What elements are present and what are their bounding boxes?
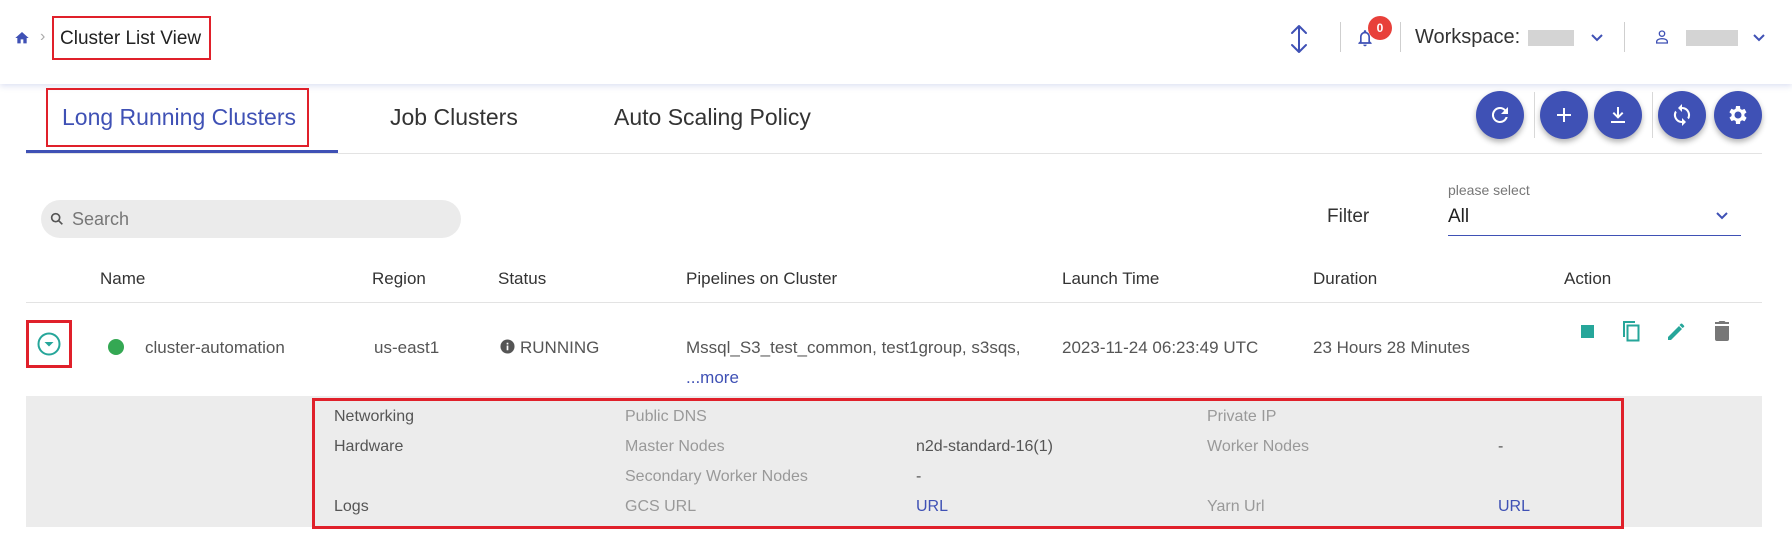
worker-nodes-value: - (1498, 438, 1504, 455)
column-header-name: Name (100, 269, 146, 288)
column-header-launch-time: Launch Time (1062, 269, 1160, 288)
download-button[interactable] (1594, 91, 1642, 139)
header-divider (26, 302, 1762, 303)
cluster-list-app: › Cluster List View 0 Workspace: Long Ru… (0, 0, 1792, 535)
hardware-label: Hardware (334, 438, 404, 455)
toolbar-divider (1534, 92, 1535, 138)
private-ip-label: Private IP (1207, 408, 1277, 425)
delete-icon[interactable] (1709, 318, 1735, 344)
info-icon (500, 339, 515, 354)
stop-icon[interactable] (1574, 318, 1600, 344)
settings-icon (1729, 106, 1747, 124)
yarn-url-label: Yarn Url (1207, 498, 1265, 515)
search-icon (50, 212, 63, 225)
expand-collapse-icon[interactable] (1288, 24, 1310, 54)
tab-auto-scaling-policy[interactable]: Auto Scaling Policy (614, 104, 811, 131)
edit-icon[interactable] (1664, 318, 1690, 344)
refresh-icon (1491, 106, 1508, 123)
toolbar-divider (1652, 92, 1653, 138)
column-header-action: Action (1564, 269, 1612, 288)
workspace-value-redacted[interactable] (1528, 30, 1574, 46)
column-header-pipelines: Pipelines on Cluster (686, 269, 838, 288)
filter-label: Filter (1327, 206, 1370, 227)
tab-job-clusters[interactable]: Job Clusters (390, 104, 518, 131)
home-icon[interactable] (14, 30, 30, 46)
pipelines-more-link[interactable]: ...more (686, 368, 739, 388)
workspace-label: Workspace: (1415, 26, 1521, 48)
cluster-region: us-east1 (374, 338, 440, 357)
cluster-launch-time: 2023-11-24 06:23:49 UTC (1062, 338, 1259, 357)
gcs-url-link[interactable]: URL (916, 498, 948, 516)
networking-label: Networking (334, 408, 415, 425)
cluster-status: RUNNING (520, 338, 600, 357)
breadcrumb-separator: › (40, 28, 46, 45)
master-nodes-label: Master Nodes (625, 438, 725, 455)
worker-nodes-label: Worker Nodes (1207, 438, 1309, 455)
tab-long-running-clusters[interactable]: Long Running Clusters (62, 104, 296, 131)
column-header-duration: Duration (1313, 269, 1378, 288)
header-divider (1340, 22, 1341, 52)
cluster-duration: 23 Hours 28 Minutes (1313, 338, 1470, 357)
details-highlight (312, 398, 1624, 529)
public-dns-label: Public DNS (625, 408, 707, 425)
cluster-pipelines: Mssql_S3_test_common, test1group, s3sqs, (686, 338, 1021, 357)
header-divider (1624, 22, 1625, 52)
column-header-region: Region (372, 269, 426, 288)
expand-row-icon[interactable] (36, 331, 62, 357)
secondary-worker-nodes-value: - (916, 468, 922, 485)
column-header-status: Status (498, 269, 547, 288)
download-icon (1611, 107, 1625, 123)
user-name-redacted[interactable] (1686, 30, 1738, 46)
chevron-down-icon[interactable] (1715, 211, 1729, 221)
add-button[interactable] (1540, 91, 1588, 139)
logs-label: Logs (334, 498, 369, 515)
master-nodes-value: n2d-standard-16(1) (916, 438, 1053, 455)
gcs-url-label: GCS URL (625, 498, 697, 515)
copy-icon[interactable] (1618, 318, 1644, 344)
header-divider (1400, 22, 1401, 52)
cluster-name[interactable]: cluster-automation (145, 338, 285, 358)
breadcrumb-current: Cluster List View (60, 28, 202, 49)
sync-icon (1673, 104, 1691, 126)
running-status-dot (108, 339, 124, 355)
settings-button[interactable] (1714, 91, 1762, 139)
chevron-down-icon[interactable] (1752, 33, 1766, 43)
filter-select-underline (1448, 235, 1741, 236)
add-icon (1557, 108, 1571, 122)
chevron-down-icon[interactable] (1590, 33, 1604, 43)
tabs-divider (26, 153, 1762, 154)
secondary-worker-nodes-label: Secondary Worker Nodes (625, 468, 808, 485)
notification-badge: 0 (1368, 16, 1392, 40)
sync-button[interactable] (1658, 91, 1706, 139)
filter-select-caption: please select (1448, 182, 1530, 198)
filter-select[interactable]: All (1448, 206, 1469, 228)
refresh-button[interactable] (1476, 91, 1524, 139)
yarn-url-link[interactable]: URL (1498, 498, 1530, 516)
search-input[interactable] (72, 203, 452, 235)
user-icon[interactable] (1654, 29, 1670, 45)
top-bar: › Cluster List View 0 Workspace: (0, 0, 1792, 84)
